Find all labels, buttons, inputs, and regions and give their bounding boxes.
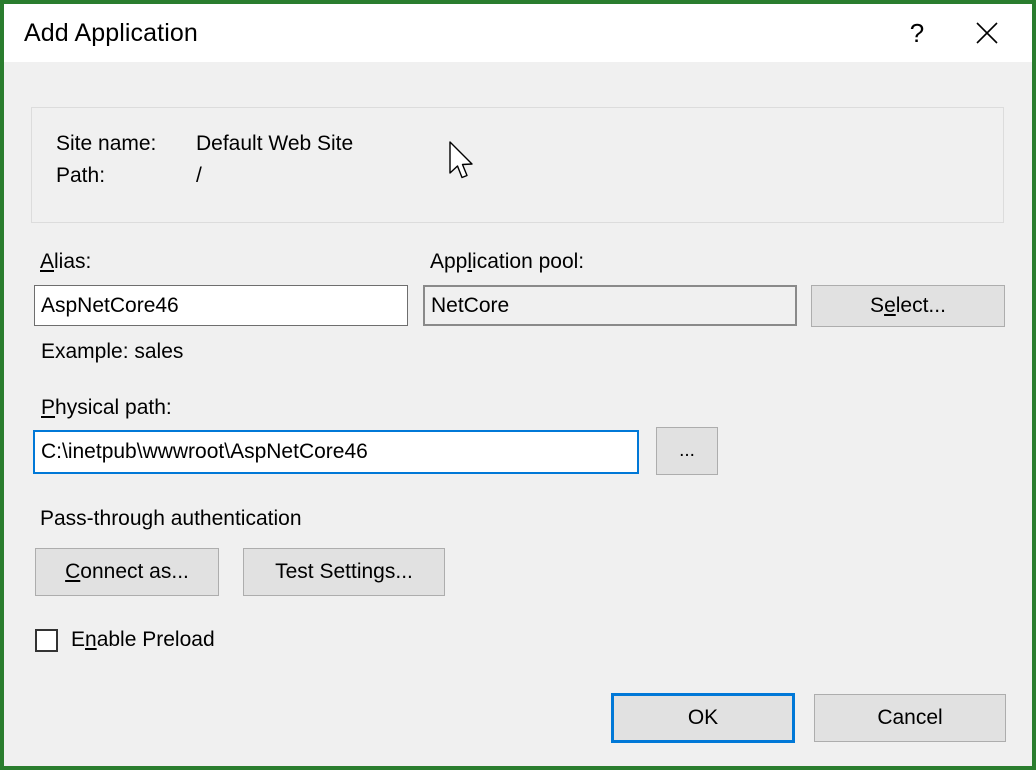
- dialog-body: Site name: Default Web Site Path: / Alia…: [4, 62, 1032, 766]
- browse-physical-path-button[interactable]: ...: [656, 427, 718, 475]
- alias-input[interactable]: [34, 285, 408, 326]
- close-button[interactable]: [956, 4, 1018, 62]
- ok-button[interactable]: OK: [611, 693, 795, 743]
- page-title: Add Application: [24, 19, 198, 47]
- title-bar: Add Application ?: [4, 4, 1032, 62]
- alias-label: Alias:: [40, 250, 92, 273]
- path-label: Path:: [56, 164, 106, 187]
- app-pool-label: Application pool:: [430, 250, 585, 273]
- connect-as-button[interactable]: Connect as...: [35, 548, 219, 596]
- checkbox-box-icon: [35, 628, 58, 652]
- help-button[interactable]: ?: [886, 4, 948, 62]
- cancel-button[interactable]: Cancel: [814, 694, 1006, 742]
- add-application-dialog: Add Application ? Site name: Default Web…: [0, 0, 1036, 770]
- path-value: /: [196, 164, 202, 187]
- select-app-pool-button[interactable]: Select...: [811, 285, 1005, 327]
- pass-through-authentication-label: Pass-through authentication: [40, 507, 302, 530]
- close-icon: [976, 22, 998, 44]
- app-pool-input[interactable]: [423, 285, 797, 326]
- site-name-value: Default Web Site: [196, 132, 354, 155]
- enable-preload-checkbox[interactable]: Enable Preload: [35, 628, 215, 652]
- enable-preload-label: Enable Preload: [71, 628, 215, 651]
- site-info-group: Site name: Default Web Site Path: /: [31, 107, 1004, 223]
- test-settings-button[interactable]: Test Settings...: [243, 548, 445, 596]
- alias-hint: Example: sales: [41, 340, 184, 363]
- site-name-label: Site name:: [56, 132, 157, 155]
- question-mark-icon: ?: [909, 18, 925, 48]
- physical-path-input[interactable]: [33, 430, 639, 474]
- physical-path-label: Physical path:: [41, 396, 172, 419]
